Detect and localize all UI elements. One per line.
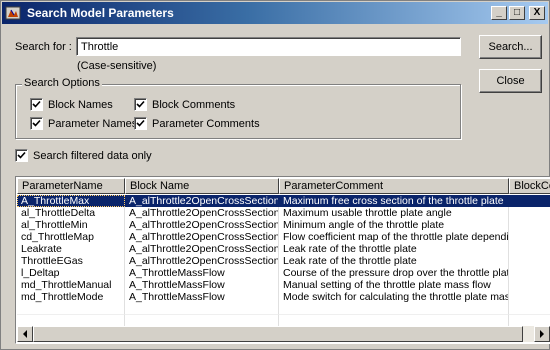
cell-parameter-comment: Leak rate of the throttle plate	[279, 255, 509, 267]
empty-cell	[509, 303, 550, 315]
table-row[interactable]: al_ThrottleMin A_alThrottle2OpenCrossSec…	[17, 219, 550, 231]
cell-block-comment	[509, 195, 550, 207]
parameter-names-checkbox[interactable]: Parameter Names	[30, 117, 137, 130]
cell-parameter-comment: Course of the pressure drop over the thr…	[279, 267, 509, 279]
block-names-label: Block Names	[48, 98, 113, 111]
column-header-block-comment[interactable]: BlockCo	[509, 178, 550, 194]
block-names-checkbox[interactable]: Block Names	[30, 98, 113, 111]
results-table[interactable]: ParameterName Block Name ParameterCommen…	[15, 176, 550, 344]
search-button-label: Search...	[488, 41, 533, 53]
maximize-button[interactable]: □	[509, 6, 525, 20]
close-button-label: Close	[496, 75, 525, 87]
cell-block-name: A_alThrottle2OpenCrossSection	[125, 243, 279, 255]
table-row[interactable]: cd_ThrottleMap A_alThrottle2OpenCrossSec…	[17, 231, 550, 243]
close-window-button[interactable]: X	[529, 6, 545, 20]
close-icon: X	[533, 7, 541, 18]
cell-parameter-name: md_ThrottleMode	[17, 291, 125, 303]
maximize-icon: □	[513, 7, 521, 18]
cell-parameter-name: cd_ThrottleMap	[17, 231, 125, 243]
table-row[interactable]: ThrottleEGas A_alThrottle2OpenCrossSecti…	[17, 255, 550, 267]
cell-block-comment	[509, 267, 550, 279]
block-comments-label: Block Comments	[152, 98, 236, 111]
empty-cell	[125, 303, 279, 315]
column-header-parameter-name[interactable]: ParameterName	[17, 178, 125, 194]
cell-parameter-comment: Manual setting of the throttle plate mas…	[279, 279, 509, 291]
cell-block-comment	[509, 291, 550, 303]
cell-block-comment	[509, 243, 550, 255]
block-comments-checkbox[interactable]: Block Comments	[134, 98, 235, 111]
checkmark-icon	[30, 98, 43, 111]
cell-block-name: A_alThrottle2OpenCrossSection	[125, 255, 279, 267]
cell-parameter-comment: Leak rate of the throttle plate	[279, 243, 509, 255]
scroll-left-button[interactable]	[17, 326, 33, 342]
parameter-comments-checkbox[interactable]: Parameter Comments	[134, 117, 260, 130]
empty-cell	[279, 303, 509, 315]
empty-cell	[17, 303, 125, 315]
arrow-left-icon	[23, 330, 27, 338]
title-bar[interactable]: Search Model Parameters _ □ X	[2, 2, 548, 24]
cell-parameter-comment: Maximum free cross section of the thrott…	[279, 195, 509, 207]
cell-block-comment	[509, 219, 550, 231]
search-filtered-label: Search filtered data only	[33, 149, 152, 162]
checkmark-icon	[134, 98, 147, 111]
table-row[interactable]: A_ThrottleMax A_alThrottle2OpenCrossSect…	[17, 195, 550, 207]
column-header-block-name[interactable]: Block Name	[125, 178, 279, 194]
scroll-right-button[interactable]	[534, 326, 550, 342]
checkmark-icon	[30, 117, 43, 130]
table-row[interactable]: l_Deltap A_ThrottleMassFlow Course of th…	[17, 267, 550, 279]
minimize-icon: _	[496, 7, 502, 18]
cell-block-name: A_ThrottleMassFlow	[125, 291, 279, 303]
checkmark-icon	[134, 117, 147, 130]
search-options-group: Search Options Block Names Block Comment…	[15, 77, 461, 139]
cell-block-name: A_ThrottleMassFlow	[125, 267, 279, 279]
close-button[interactable]: Close	[479, 69, 542, 93]
cell-block-comment	[509, 255, 550, 267]
cell-parameter-comment: Minimum angle of the throttle plate	[279, 219, 509, 231]
cell-block-name: A_alThrottle2OpenCrossSection	[125, 195, 279, 207]
search-button[interactable]: Search...	[479, 35, 542, 59]
cell-parameter-name: al_ThrottleDelta	[17, 207, 125, 219]
cell-parameter-name: l_Deltap	[17, 267, 125, 279]
cell-block-name: A_alThrottle2OpenCrossSection	[125, 219, 279, 231]
window-title: Search Model Parameters	[27, 6, 174, 20]
cell-parameter-name: al_ThrottleMin	[17, 219, 125, 231]
cell-block-name: A_alThrottle2OpenCrossSection	[125, 231, 279, 243]
search-for-label: Search for :	[15, 41, 72, 53]
parameter-names-label: Parameter Names	[48, 117, 138, 130]
cell-parameter-name: ThrottleEGas	[17, 255, 125, 267]
table-body: A_ThrottleMax A_alThrottle2OpenCrossSect…	[17, 195, 550, 327]
cell-block-comment	[509, 207, 550, 219]
search-input[interactable]	[76, 37, 461, 56]
cell-parameter-comment: Flow coefficient map of the throttle pla…	[279, 231, 509, 243]
horizontal-scrollbar[interactable]	[17, 326, 550, 342]
column-header-parameter-comment[interactable]: ParameterComment	[279, 178, 509, 194]
empty-row	[17, 303, 550, 315]
scroll-track[interactable]	[33, 326, 534, 342]
table-header: ParameterName Block Name ParameterCommen…	[17, 178, 550, 194]
cell-block-comment	[509, 231, 550, 243]
cell-parameter-name: Leakrate	[17, 243, 125, 255]
cell-block-name: A_alThrottle2OpenCrossSection	[125, 207, 279, 219]
search-model-parameters-window: Search Model Parameters _ □ X Search for…	[0, 0, 550, 350]
case-sensitive-hint: (Case-sensitive)	[77, 60, 157, 72]
cell-parameter-comment: Mode switch for calculating the throttle…	[279, 291, 509, 303]
cell-parameter-name: md_ThrottleManual	[17, 279, 125, 291]
search-filtered-checkbox[interactable]: Search filtered data only	[15, 149, 152, 162]
checkmark-icon	[15, 149, 28, 162]
minimize-button[interactable]: _	[491, 6, 507, 20]
matlab-app-icon	[5, 5, 21, 21]
cell-parameter-comment: Maximum usable throttle plate angle	[279, 207, 509, 219]
cell-block-comment	[509, 279, 550, 291]
cell-parameter-name: A_ThrottleMax	[17, 195, 125, 207]
arrow-right-icon	[540, 330, 544, 338]
search-options-legend: Search Options	[22, 77, 102, 89]
cell-block-name: A_ThrottleMassFlow	[125, 279, 279, 291]
table-row[interactable]: al_ThrottleDelta A_alThrottle2OpenCrossS…	[17, 207, 550, 219]
scroll-thumb[interactable]	[33, 326, 523, 342]
table-row[interactable]: md_ThrottleManual A_ThrottleMassFlow Man…	[17, 279, 550, 291]
table-row[interactable]: Leakrate A_alThrottle2OpenCrossSection L…	[17, 243, 550, 255]
parameter-comments-label: Parameter Comments	[152, 117, 260, 130]
table-row[interactable]: md_ThrottleMode A_ThrottleMassFlow Mode …	[17, 291, 550, 303]
